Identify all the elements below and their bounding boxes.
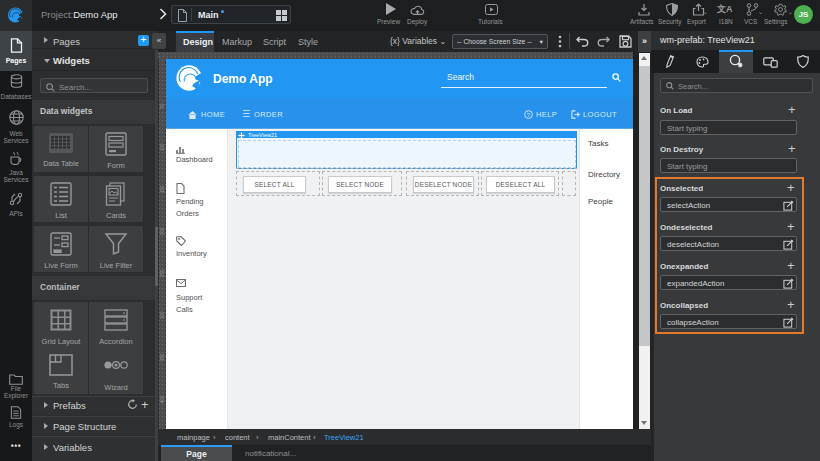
svg-text:?: ?	[527, 112, 531, 118]
